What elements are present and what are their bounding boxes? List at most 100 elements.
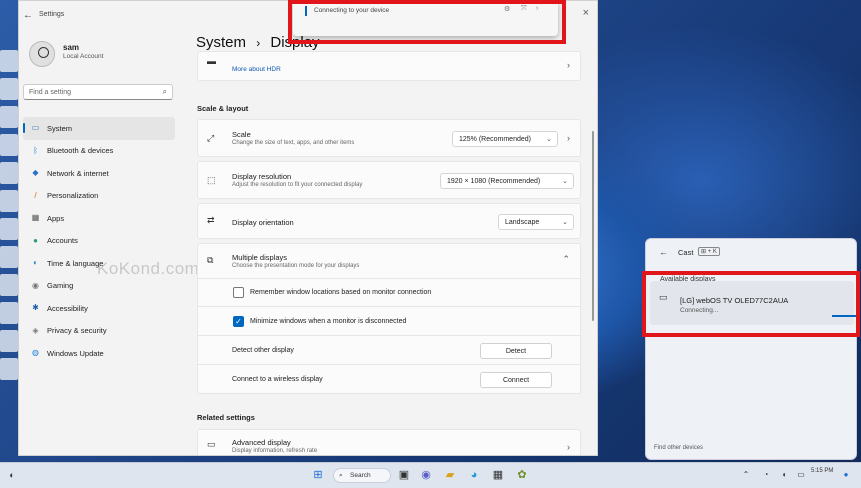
sidebar-item-label: Time & language [47,258,104,268]
find-other-devices-link[interactable]: Find other devices [654,445,703,451]
scale-subtitle: Change the size of text, apps, and other… [232,140,355,146]
task-view-icon[interactable]: ▣ [398,469,410,481]
scale-dropdown[interactable]: 125% (Recommended) ⌄ [452,131,558,147]
sidebar-item-label: Gaming [47,281,74,291]
back-arrow-icon[interactable]: ← [659,247,668,257]
desktop-icons [0,50,18,386]
hdr-icon: ▬ [207,56,216,66]
battery-icon[interactable]: ▭ [795,469,807,481]
minimize-windows-label: Minimize windows when a monitor is disco… [250,318,407,325]
accessibility-icon: ✱ [32,303,39,312]
sidebar-item-privacy-security[interactable]: ◈ Privacy & security [23,320,175,343]
wifi-icon: ◆ [32,168,39,177]
sidebar-item-label: System [47,123,73,133]
advanced-display-icon: ▭ [207,439,216,449]
scale-title: Scale [232,130,251,139]
taskbar-search[interactable]: ⌕ Search [333,468,391,483]
resolution-card[interactable]: ⬚ Display resolution Adjust the resoluti… [197,161,581,199]
chevron-down-icon: ⌄ [562,219,568,226]
related-settings-heading: Related settings [197,413,255,422]
hdr-link[interactable]: More about HDR [232,66,281,73]
shield-icon: ◈ [32,325,39,335]
avatar [29,41,55,67]
minimize-windows-checkbox[interactable]: ✓ [233,316,244,327]
controller-icon: ◉ [32,280,39,290]
multiple-displays-card[interactable]: ⧉ Multiple displays Choose the presentat… [197,243,581,279]
resolution-value: 1920 × 1080 (Recommended) [447,177,541,185]
notification-icon[interactable]: ● [840,469,852,481]
store-icon[interactable]: ▦ [492,469,504,481]
brush-icon: / [34,190,37,200]
sidebar-item-accessibility[interactable]: ✱ Accessibility [23,297,175,320]
search-input[interactable]: Find a setting ⌕ [23,84,173,100]
orientation-title: Display orientation [232,218,294,227]
sidebar-item-label: Apps [47,213,65,223]
wireless-display-row: Connect to a wireless display Connect [197,365,581,394]
back-arrow-icon[interactable]: ← [23,10,33,21]
resolution-title: Display resolution [232,172,292,181]
sidebar-item-personalization[interactable]: / Personalization [23,185,175,208]
chevron-up-icon[interactable]: ⌃ [740,469,752,481]
file-explorer-icon[interactable]: ▰ [444,469,456,481]
sidebar-item-windows-update[interactable]: ◍ Windows Update [23,342,175,365]
highlight-box-device [642,271,860,337]
scale-value: 125% (Recommended) [459,135,531,143]
resolution-icon: ⬚ [207,175,216,185]
chevron-up-icon: ⌃ [562,254,570,264]
remember-locations-checkbox[interactable] [233,287,244,298]
minimize-windows-row: ✓ Minimize windows when a monitor is dis… [197,307,581,336]
chevron-right-icon: › [567,442,570,452]
start-icon[interactable]: ⊞ [312,469,324,481]
cast-title: Cast [678,248,694,257]
monitor-icon: ▭ [31,123,40,132]
account-type: Local Account [63,53,104,60]
sidebar-item-network-internet[interactable]: ◆ Network & internet [23,162,175,185]
sidebar-item-label: Bluetooth & devices [47,146,114,156]
close-icon[interactable]: × [583,7,589,19]
widgets-icon[interactable]: ◐ [6,469,18,481]
user-name: sam [63,43,80,52]
connect-button[interactable]: Connect [480,372,552,388]
search-icon: ⌕ [339,472,343,479]
chat-icon[interactable]: ◉ [420,469,432,481]
sidebar-item-label: Windows Update [47,348,104,358]
hdr-card[interactable]: ▬ More about HDR › [197,51,581,81]
detect-button[interactable]: Detect [480,343,552,359]
scale-card[interactable]: ⤢ Scale Change the size of text, apps, a… [197,119,581,157]
window-title: Settings [39,11,65,18]
orientation-icon: ⇄ [207,215,215,225]
clock[interactable]: 5:15 PM [811,467,833,475]
advanced-display-card[interactable]: ▭ Advanced display Display information, … [197,429,581,455]
orientation-dropdown[interactable]: Landscape ⌄ [498,214,574,230]
highlight-box-notification [288,0,566,44]
search-icon: ⌕ [162,87,167,96]
search-placeholder: Find a setting [29,89,72,96]
multiple-displays-title: Multiple displays [232,253,288,262]
volume-icon[interactable]: ◖ [778,469,790,481]
cast-shortcut: ⊞ + K [698,247,720,256]
orientation-card[interactable]: ⇄ Display orientation Landscape ⌄ [197,203,581,239]
multiple-displays-icon: ⧉ [207,255,214,265]
wireless-display-label: Connect to a wireless display [232,376,323,383]
app-icon[interactable]: ✿ [516,469,528,481]
breadcrumb-parent[interactable]: System [196,34,246,51]
sidebar-item-system[interactable]: ▭ System [23,117,175,140]
sidebar-item-apps[interactable]: ▦ Apps [23,207,175,230]
sidebar-item-label: Personalization [47,191,99,201]
sidebar-item-label: Network & internet [47,168,109,178]
sidebar-item-bluetooth-devices[interactable]: ᛒ Bluetooth & devices [23,140,175,163]
sidebar-item-label: Privacy & security [47,326,107,336]
resolution-dropdown[interactable]: 1920 × 1080 (Recommended) ⌄ [440,173,574,189]
apps-icon: ▦ [31,213,40,222]
chevron-right-icon: › [567,133,570,143]
scale-layout-heading: Scale & layout [197,104,249,113]
wifi-icon[interactable]: ◔ [760,469,772,481]
sidebar-item-accounts[interactable]: ● Accounts [23,230,175,253]
watermark: KoKond.com [97,259,200,278]
person-icon: ● [33,235,38,245]
orientation-value: Landscape [505,218,540,226]
edge-icon[interactable]: ◕ [468,469,480,481]
taskbar-search-label: Search [350,472,371,479]
advanced-display-subtitle: Display information, refresh rate [232,448,318,454]
scrollbar[interactable] [592,131,594,321]
